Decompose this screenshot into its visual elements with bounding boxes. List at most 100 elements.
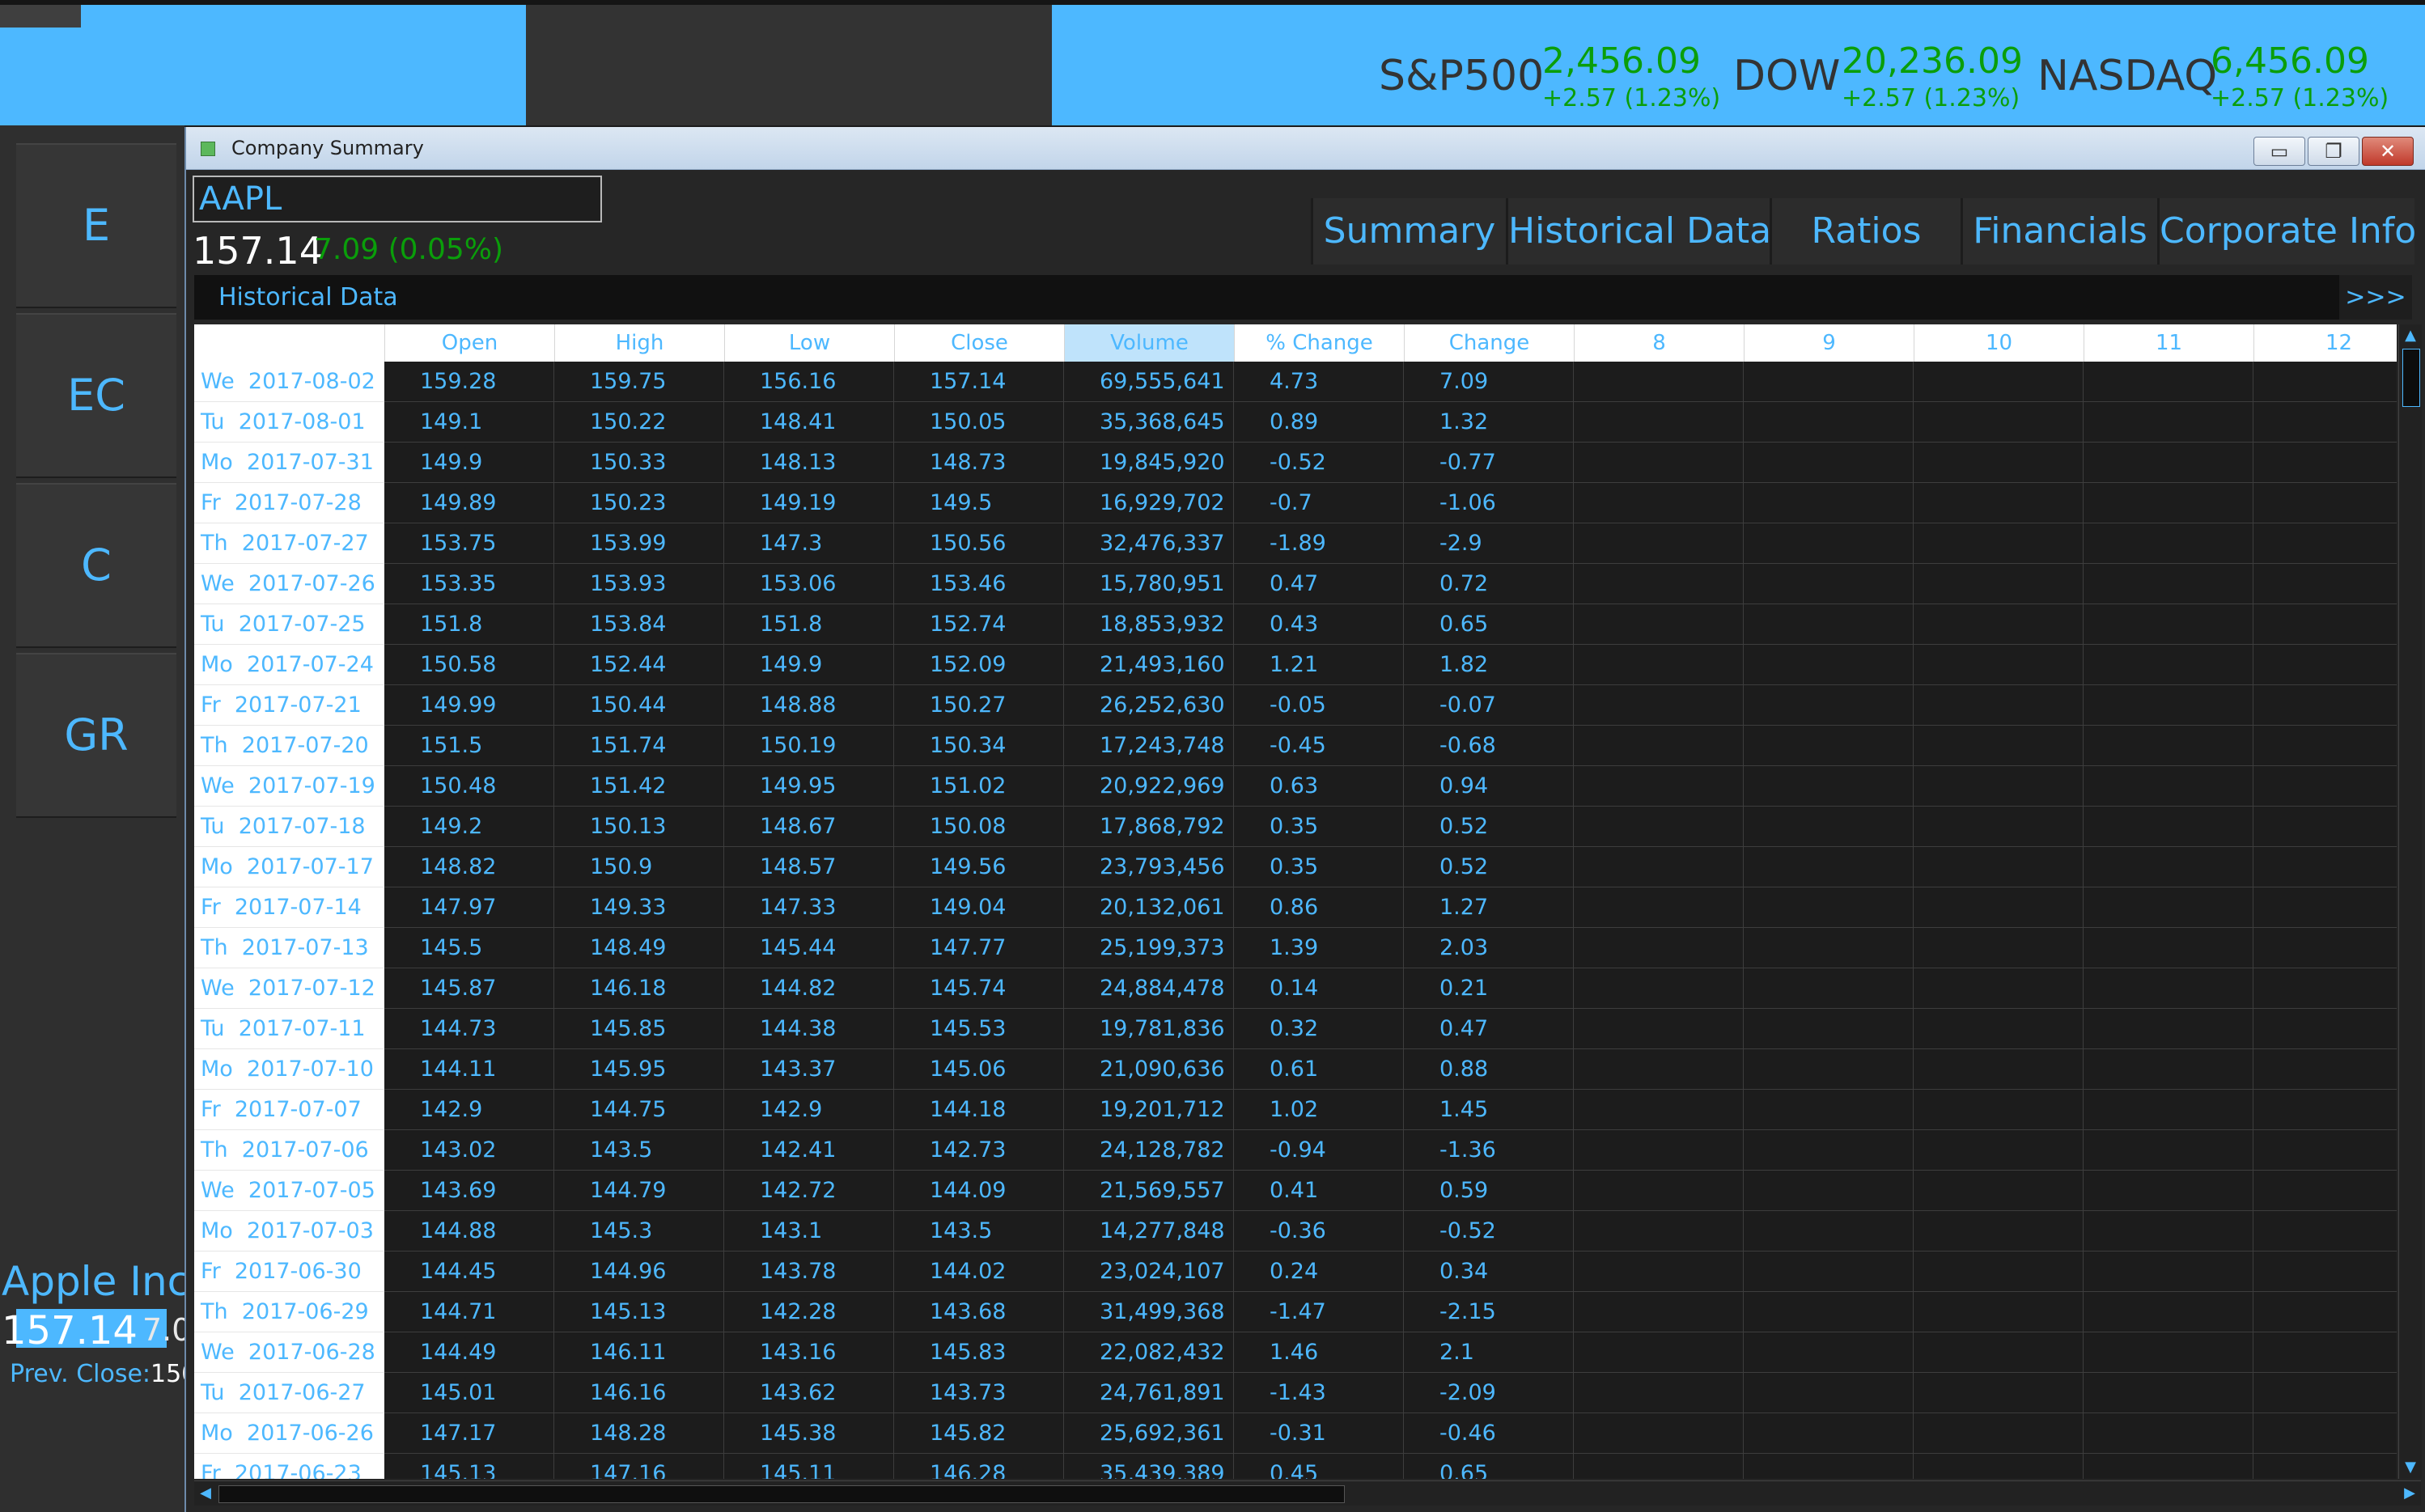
table-cell[interactable]: -0.45	[1234, 726, 1404, 766]
table-cell[interactable]	[1914, 1171, 2084, 1211]
table-cell[interactable]: 149.2	[384, 807, 554, 847]
table-cell[interactable]: 1.39	[1234, 928, 1404, 968]
table-cell[interactable]	[1914, 1009, 2084, 1049]
table-cell[interactable]	[1574, 1049, 1744, 1090]
table-cell[interactable]: 19,781,836	[1064, 1009, 1234, 1049]
table-cell[interactable]	[1744, 1211, 1914, 1252]
scroll-down-icon[interactable]: ▼	[2401, 1458, 2420, 1477]
table-cell[interactable]: 145.82	[894, 1413, 1064, 1454]
table-cell[interactable]: 0.94	[1404, 766, 1574, 807]
table-cell[interactable]: 149.5	[894, 483, 1064, 523]
table-cell[interactable]	[2253, 564, 2397, 604]
table-cell[interactable]	[2084, 1211, 2253, 1252]
table-cell[interactable]: 145.5	[384, 928, 554, 968]
table-cell[interactable]: -0.52	[1234, 443, 1404, 483]
table-cell[interactable]	[1914, 1130, 2084, 1171]
table-cell[interactable]	[1574, 362, 1744, 402]
table-cell[interactable]: 147.97	[384, 887, 554, 928]
table-cell[interactable]: 24,884,478	[1064, 968, 1234, 1009]
table-row[interactable]: We 2017-08-02 159.28 159.75 156.16 157.14 69,…	[194, 362, 2397, 402]
table-cell[interactable]: 149.95	[724, 766, 894, 807]
table-cell[interactable]	[2253, 1252, 2397, 1292]
table-cell[interactable]	[2253, 402, 2397, 443]
table-cell[interactable]: 149.33	[554, 887, 724, 928]
table-cell[interactable]: 1.46	[1234, 1332, 1404, 1373]
table-cell[interactable]: 156.16	[724, 362, 894, 402]
table-cell[interactable]	[1914, 685, 2084, 726]
table-cell[interactable]	[1744, 807, 1914, 847]
table-cell[interactable]	[1574, 1009, 1744, 1049]
table-cell[interactable]: 142.73	[894, 1130, 1064, 1171]
table-cell[interactable]: 143.68	[894, 1292, 1064, 1332]
table-cell[interactable]: 149.04	[894, 887, 1064, 928]
table-cell[interactable]	[2253, 443, 2397, 483]
table-row[interactable]: Fr 2017-06-30 144.45 144.96 143.78 144.02 23,…	[194, 1252, 2397, 1292]
table-cell[interactable]: 150.9	[554, 847, 724, 887]
expand-more-button[interactable]: >>>	[2339, 275, 2412, 320]
table-cell[interactable]	[1744, 1292, 1914, 1332]
table-cell[interactable]	[1744, 928, 1914, 968]
horizontal-scroll-thumb[interactable]	[218, 1485, 1345, 1503]
table-cell[interactable]: 1.27	[1404, 887, 1574, 928]
table-cell[interactable]: 144.73	[384, 1009, 554, 1049]
table-cell[interactable]: 148.82	[384, 847, 554, 887]
table-cell[interactable]	[1574, 887, 1744, 928]
table-cell[interactable]: 145.74	[894, 968, 1064, 1009]
table-cell[interactable]	[1914, 1049, 2084, 1090]
table-cell[interactable]	[1744, 523, 1914, 564]
table-cell[interactable]	[1744, 1171, 1914, 1211]
table-cell[interactable]: 143.1	[724, 1211, 894, 1252]
table-cell[interactable]: 150.48	[384, 766, 554, 807]
table-cell[interactable]: 32,476,337	[1064, 523, 1234, 564]
table-cell[interactable]: 145.01	[384, 1373, 554, 1413]
table-cell[interactable]	[1574, 483, 1744, 523]
table-cell[interactable]: 4.73	[1234, 362, 1404, 402]
table-cell[interactable]: 150.33	[554, 443, 724, 483]
table-cell[interactable]	[2253, 726, 2397, 766]
table-cell[interactable]	[1914, 564, 2084, 604]
table-cell[interactable]: 0.89	[1234, 402, 1404, 443]
table-cell[interactable]: 152.74	[894, 604, 1064, 645]
table-cell[interactable]: -0.07	[1404, 685, 1574, 726]
horizontal-scrollbar[interactable]: ◀ ▶	[194, 1480, 2421, 1506]
table-cell[interactable]	[1744, 847, 1914, 887]
table-row[interactable]: Tu 2017-07-25 151.8 153.84 151.8 152.74 18,85…	[194, 604, 2397, 645]
table-cell[interactable]: 150.19	[724, 726, 894, 766]
table-row[interactable]: Fr 2017-07-07 142.9 144.75 142.9 144.18 19,20…	[194, 1090, 2397, 1130]
table-cell[interactable]: 144.79	[554, 1171, 724, 1211]
column-header[interactable]: Low	[724, 324, 894, 362]
table-cell[interactable]: 145.13	[384, 1454, 554, 1479]
table-cell[interactable]: 143.37	[724, 1049, 894, 1090]
close-button[interactable]: ✕	[2362, 137, 2414, 166]
table-cell[interactable]: 144.82	[724, 968, 894, 1009]
table-cell[interactable]: 146.11	[554, 1332, 724, 1373]
table-cell[interactable]	[2084, 604, 2253, 645]
table-cell[interactable]	[1574, 523, 1744, 564]
table-cell[interactable]	[2084, 726, 2253, 766]
table-cell[interactable]	[2084, 1292, 2253, 1332]
table-cell[interactable]	[2084, 1252, 2253, 1292]
table-cell[interactable]: 0.43	[1234, 604, 1404, 645]
table-cell[interactable]: 151.8	[724, 604, 894, 645]
table-cell[interactable]	[2253, 807, 2397, 847]
table-cell[interactable]	[1574, 1413, 1744, 1454]
table-row[interactable]: Tu 2017-08-01 149.1 150.22 148.41 150.05 35,3…	[194, 402, 2397, 443]
table-cell[interactable]: 0.47	[1234, 564, 1404, 604]
table-cell[interactable]: 0.61	[1234, 1049, 1404, 1090]
table-cell[interactable]	[1744, 1090, 1914, 1130]
table-cell[interactable]: 147.33	[724, 887, 894, 928]
table-cell[interactable]: 20,922,969	[1064, 766, 1234, 807]
table-cell[interactable]: 144.49	[384, 1332, 554, 1373]
table-row[interactable]: Mo 2017-07-31 149.9 150.33 148.13 148.73 19,8…	[194, 443, 2397, 483]
table-cell[interactable]	[1744, 604, 1914, 645]
table-cell[interactable]	[1914, 887, 2084, 928]
table-cell[interactable]	[1744, 1373, 1914, 1413]
table-cell[interactable]	[2253, 685, 2397, 726]
table-cell[interactable]: 153.84	[554, 604, 724, 645]
table-cell[interactable]: 145.44	[724, 928, 894, 968]
table-cell[interactable]: 146.16	[554, 1373, 724, 1413]
table-cell[interactable]	[1744, 1009, 1914, 1049]
table-cell[interactable]	[2084, 645, 2253, 685]
table-cell[interactable]: 150.34	[894, 726, 1064, 766]
table-cell[interactable]: -2.09	[1404, 1373, 1574, 1413]
